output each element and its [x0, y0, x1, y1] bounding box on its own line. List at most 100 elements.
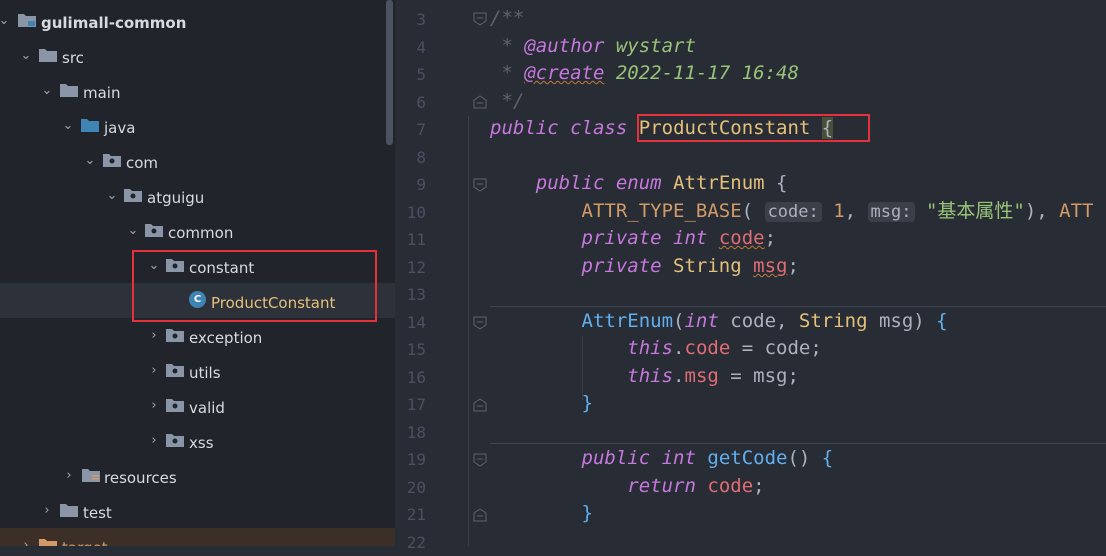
chevron-right-icon[interactable]: ›: [18, 528, 34, 546]
fold-marker-icon[interactable]: [473, 178, 487, 192]
tree-item-label: valid: [189, 388, 225, 423]
javadoc-value: wystart: [616, 35, 696, 57]
tree-item-label: target: [62, 528, 108, 546]
code-line: * @author wystart: [490, 33, 696, 61]
code-line: * @create 2022-11-17 16:48: [490, 60, 799, 88]
tree-item-main[interactable]: ⌄ main: [0, 73, 395, 108]
line-number: 21: [396, 501, 426, 529]
enum-constant: ATT: [1059, 200, 1093, 222]
line-number: 16: [396, 364, 426, 392]
chevron-down-icon[interactable]: ⌄: [18, 38, 34, 73]
package-icon: [166, 363, 184, 377]
code-line: return code;: [490, 473, 765, 501]
tree-item-exception[interactable]: › exception: [0, 318, 395, 353]
tree-item-label: test: [83, 493, 112, 528]
folder-icon: [60, 83, 78, 97]
tree-item-atguigu[interactable]: ⌄ atguigu: [0, 178, 395, 213]
code-line: public enum AttrEnum {: [490, 170, 787, 198]
tree-item-com[interactable]: ⌄ com: [0, 143, 395, 178]
line-number: 13: [396, 281, 426, 309]
line-number: 8: [396, 144, 426, 172]
fold-marker-icon[interactable]: [473, 95, 487, 109]
javadoc-tag: @author: [524, 35, 604, 57]
package-icon: [103, 153, 121, 167]
tree-item-resources[interactable]: › resources: [0, 458, 395, 493]
line-number: 7: [396, 116, 426, 144]
tree-item-label: com: [126, 143, 158, 178]
fold-marker-icon[interactable]: [473, 12, 487, 26]
tree-item-test[interactable]: › test: [0, 493, 395, 528]
code-line: AttrEnum(int code, String msg) {: [490, 308, 948, 336]
fold-marker-icon[interactable]: [473, 398, 487, 412]
line-number: 20: [396, 474, 426, 502]
enum-arg: "基本属性": [926, 200, 1025, 222]
code-line: }: [490, 390, 593, 418]
package-icon: [166, 398, 184, 412]
line-number: 3: [396, 6, 426, 34]
chevron-down-icon[interactable]: ⌄: [125, 213, 141, 248]
package-icon: [166, 328, 184, 342]
javadoc-tag: @create: [524, 62, 604, 84]
line-number: 4: [396, 34, 426, 62]
line-number: 5: [396, 61, 426, 89]
tree-item-xss[interactable]: › xss: [0, 423, 395, 458]
line-number: 14: [396, 309, 426, 337]
chevron-down-icon[interactable]: ⌄: [82, 143, 98, 178]
chevron-right-icon[interactable]: ›: [39, 493, 55, 528]
chevron-right-icon[interactable]: ›: [146, 318, 162, 353]
param-hint: code:: [765, 202, 822, 222]
tree-item-gulimall-common[interactable]: ⌄ gulimall-common: [0, 3, 395, 38]
line-number: 6: [396, 89, 426, 117]
chevron-down-icon[interactable]: ⌄: [0, 3, 12, 38]
resources-folder-icon: [82, 468, 100, 482]
chevron-down-icon[interactable]: ⌄: [104, 178, 120, 213]
tree-item-label: common: [168, 213, 233, 248]
chevron-right-icon[interactable]: ›: [146, 388, 162, 423]
indent-guide: [468, 116, 469, 546]
chevron-right-icon[interactable]: ›: [61, 458, 77, 493]
line-number: 10: [396, 199, 426, 227]
tree-item-utils[interactable]: › utils: [0, 353, 395, 388]
enum-constant: ATTR_TYPE_BASE: [582, 200, 742, 222]
line-number: 17: [396, 391, 426, 419]
tree-item-java[interactable]: ⌄ java: [0, 108, 395, 143]
package-icon: [124, 188, 142, 202]
fold-marker-icon[interactable]: [473, 316, 487, 330]
method-separator: [490, 306, 1106, 307]
excluded-folder-icon: [39, 538, 57, 546]
tree-item-src[interactable]: ⌄ src: [0, 38, 395, 73]
code-line: */: [490, 88, 524, 116]
tree-item-label: atguigu: [147, 178, 204, 213]
fold-marker-icon[interactable]: [473, 508, 487, 522]
chevron-down-icon[interactable]: ⌄: [39, 73, 55, 108]
highlight-box: [637, 114, 870, 142]
tree-item-label: src: [62, 38, 84, 73]
tree-item-common[interactable]: ⌄ common: [0, 213, 395, 248]
chevron-right-icon[interactable]: ›: [146, 423, 162, 458]
tree-scrollbar[interactable]: [386, 0, 393, 145]
code-editor[interactable]: /** * @author wystart * @create 2022-11-…: [490, 0, 1106, 546]
tree-item-label: java: [104, 108, 135, 143]
tree-item-label: main: [83, 73, 120, 108]
fold-marker-icon[interactable]: [473, 453, 487, 467]
tree-item-target[interactable]: › target: [0, 528, 395, 546]
javadoc-value: 2022-11-17 16:48: [616, 62, 799, 84]
tree-item-label: gulimall-common: [41, 3, 186, 38]
chevron-right-icon[interactable]: ›: [146, 353, 162, 388]
line-number: 22: [396, 529, 426, 556]
line-number: 19: [396, 446, 426, 474]
code-line: this.msg = msg;: [490, 363, 799, 391]
package-icon: [145, 223, 163, 237]
project-tree: ⌄ gulimall-common ⌄ src ⌄ main ⌄ java ⌄ …: [0, 0, 395, 546]
enum-name: AttrEnum: [673, 172, 765, 194]
code-line: }: [490, 500, 593, 528]
folder-icon: [60, 503, 78, 517]
chevron-down-icon[interactable]: ⌄: [60, 108, 76, 143]
module-folder-icon: [18, 13, 36, 27]
code-line: /**: [490, 5, 524, 33]
tree-item-valid[interactable]: › valid: [0, 388, 395, 423]
tree-item-label: utils: [189, 353, 221, 388]
code-line: public int getCode() {: [490, 445, 833, 473]
line-number: 11: [396, 226, 426, 254]
line-number: 15: [396, 336, 426, 364]
